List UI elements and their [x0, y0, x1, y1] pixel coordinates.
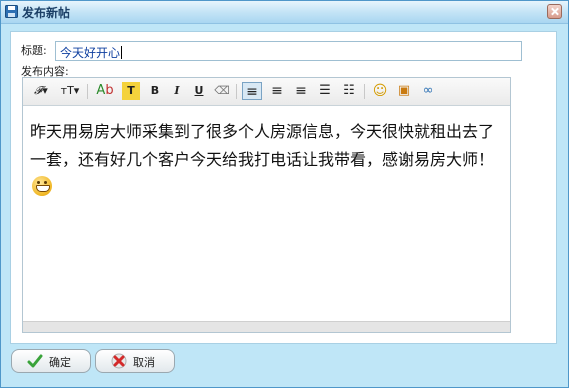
- highlight-icon[interactable]: T: [122, 82, 140, 100]
- window-title: 发布新帖: [22, 6, 71, 20]
- post-body-text: 昨天用易房大师采集到了很多个人房源信息，今天很快就租出去了一套，还有好几个客户今…: [30, 122, 495, 169]
- emoticon-icon[interactable]: ☺: [370, 82, 390, 100]
- align-center-icon[interactable]: ≡: [267, 82, 287, 100]
- editor-toolbar: 𝓕▾ тТ▾ Ab T B I U ⌫ ≡ ≡ ≡ ☰ ☷ ☺ ▣ ∞: [23, 78, 510, 106]
- font-size-icon[interactable]: тТ▾: [57, 82, 83, 100]
- text-color-icon[interactable]: Ab: [95, 82, 115, 100]
- toolbar-separator: [236, 84, 237, 99]
- title-bar[interactable]: 发布新帖: [1, 1, 568, 24]
- editor-content[interactable]: 昨天用易房大师采集到了很多个人房源信息，今天很快就租出去了一套，还有好几个客户今…: [30, 118, 500, 202]
- title-input[interactable]: 今天好开心: [55, 41, 522, 61]
- cancel-button-label: 取消: [133, 356, 155, 369]
- editor-statusbar: [23, 321, 510, 332]
- title-input-value: 今天好开心: [60, 46, 121, 60]
- form-panel: 标题: 今天好开心 发布内容: 𝓕▾ тТ▾ Ab T B I U ⌫ ≡ ≡ …: [10, 31, 557, 344]
- title-label: 标题:: [21, 44, 47, 57]
- confirm-button[interactable]: 确定: [11, 349, 91, 373]
- unordered-list-icon[interactable]: ☷: [339, 82, 359, 100]
- confirm-button-label: 确定: [49, 356, 71, 369]
- insert-link-icon[interactable]: ∞: [418, 82, 438, 100]
- eraser-icon[interactable]: ⌫: [213, 82, 231, 100]
- toolbar-separator: [364, 84, 365, 99]
- post-dialog: 发布新帖 标题: 今天好开心 发布内容: 𝓕▾ тТ▾ Ab T B I U ⌫…: [0, 0, 569, 388]
- rich-text-editor[interactable]: 𝓕▾ тТ▾ Ab T B I U ⌫ ≡ ≡ ≡ ☰ ☷ ☺ ▣ ∞ 昨天用易…: [22, 77, 511, 333]
- align-left-icon[interactable]: ≡: [242, 82, 262, 100]
- italic-icon[interactable]: I: [169, 82, 185, 100]
- checkmark-icon: [27, 354, 43, 368]
- floppy-disk-icon: [5, 5, 18, 18]
- cross-icon: [111, 353, 127, 369]
- align-right-icon[interactable]: ≡: [291, 82, 311, 100]
- font-family-icon[interactable]: 𝓕▾: [29, 82, 53, 100]
- close-button[interactable]: [547, 4, 562, 19]
- text-caret: [121, 46, 123, 59]
- grin-emoticon-icon: [32, 176, 52, 196]
- ordered-list-icon[interactable]: ☰: [315, 82, 335, 100]
- insert-image-icon[interactable]: ▣: [394, 82, 414, 100]
- cancel-button[interactable]: 取消: [95, 349, 175, 373]
- underline-icon[interactable]: U: [191, 82, 207, 100]
- bold-icon[interactable]: B: [147, 82, 163, 100]
- toolbar-separator: [87, 84, 88, 99]
